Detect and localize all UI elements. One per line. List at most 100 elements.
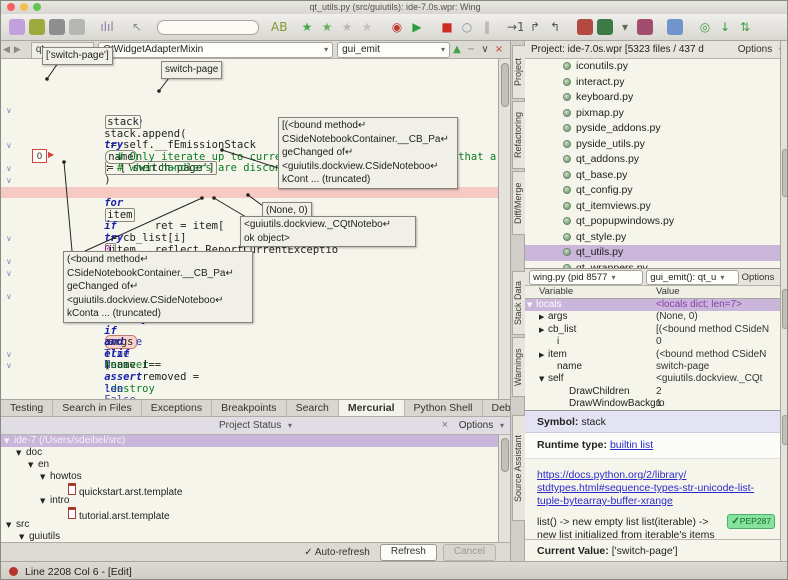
- side-tab[interactable]: Source Assistant: [512, 415, 526, 521]
- project-file[interactable]: qt_itemviews.py: [525, 199, 780, 215]
- bookmark-prev-icon[interactable]: ★: [339, 19, 355, 35]
- bookmark-add-icon[interactable]: ★: [319, 19, 335, 35]
- fold-chevron-icon[interactable]: ∨: [6, 140, 12, 152]
- project-file[interactable]: qt_popupwindows.py: [525, 214, 780, 230]
- project-file[interactable]: qt_addons.py: [525, 152, 780, 168]
- assistant-scrollbar-thumb[interactable]: [782, 415, 787, 445]
- side-tab[interactable]: Stack Data: [512, 271, 526, 335]
- variable-row[interactable]: ▼ self <guiutils.dockview._CQt: [525, 373, 787, 385]
- stack-scrollbar[interactable]: [780, 269, 787, 411]
- fold-chevron-icon[interactable]: ∨: [6, 291, 12, 303]
- split-editor-icon[interactable]: −: [465, 42, 477, 58]
- tool-tab[interactable]: Search in Files: [53, 400, 142, 416]
- expand-triangle-icon[interactable]: ▶: [539, 311, 548, 323]
- remote-display-icon[interactable]: [667, 19, 683, 35]
- bookmark-next-icon[interactable]: ★: [359, 19, 375, 35]
- project-file[interactable]: pyside_addons.py: [525, 121, 780, 137]
- tree-row[interactable]: ▼ doc: [1, 447, 498, 459]
- tree-expander-icon[interactable]: ▼: [19, 531, 29, 542]
- tree-row[interactable]: quickstart.arst.template: [1, 483, 498, 498]
- modules-icon[interactable]: [637, 19, 653, 35]
- project-file[interactable]: pixmap.py: [525, 106, 780, 122]
- project-file[interactable]: pyside_utils.py: [525, 137, 780, 153]
- variable-row[interactable]: DrawWindowBackgro 1: [525, 398, 787, 410]
- save-icon[interactable]: [49, 19, 65, 35]
- editor-menu-icon[interactable]: ∨: [479, 42, 491, 58]
- fold-chevron-icon[interactable]: ∨: [6, 163, 12, 175]
- expand-triangle-icon[interactable]: ▶: [539, 349, 548, 361]
- variable-row[interactable]: ▶ item (<bound method CSideN: [525, 349, 787, 361]
- editor-scrollbar[interactable]: [498, 59, 510, 399]
- variable-row[interactable]: ▶ cb_list [(<bound method CSideN: [525, 324, 787, 336]
- project-file[interactable]: interact.py: [525, 75, 780, 91]
- save-all-icon[interactable]: [69, 19, 85, 35]
- nav-back-icon[interactable]: ◀: [3, 45, 10, 55]
- restart-icon[interactable]: ○: [459, 19, 475, 35]
- variable-row[interactable]: ▼ locals <locals dict; len=7>: [525, 299, 787, 312]
- bookmark-icon[interactable]: ★: [299, 19, 315, 35]
- toggle-marks-icon[interactable]: AB: [271, 19, 287, 35]
- goto-pointer-icon[interactable]: ↖: [129, 19, 145, 35]
- tool-tab[interactable]: Python Shell: [404, 400, 483, 416]
- tree-row[interactable]: ▼ ide-7 (/Users/sdeibel/src): [1, 435, 498, 447]
- docs-url-line[interactable]: tuple-bytearray-buffer-xrange: [537, 495, 787, 508]
- variable-row[interactable]: ▶ args (None, 0): [525, 311, 787, 323]
- tool-tab[interactable]: Breakpoints: [212, 400, 287, 416]
- tool-tab[interactable]: Exceptions: [141, 400, 213, 416]
- tree-expander-icon[interactable]: ▼: [28, 459, 38, 471]
- step-out-icon[interactable]: ↰: [547, 19, 563, 35]
- class-selector-dropdown[interactable]: QtWidgetAdapterMixin ▾: [98, 41, 334, 58]
- tree-expander-icon[interactable]: ▼: [40, 471, 50, 483]
- tree-expander-icon[interactable]: ▼: [4, 435, 14, 447]
- fold-chevron-icon[interactable]: ∨: [6, 268, 12, 280]
- mercurial-options-dropdown[interactable]: Options ▾: [459, 420, 504, 431]
- stack-scrollbar-thumb[interactable]: [782, 289, 787, 329]
- search-files-icon[interactable]: ◎: [697, 19, 713, 35]
- tree-expander-icon[interactable]: ▼: [16, 447, 26, 459]
- breakpoint-icon[interactable]: ◉: [389, 19, 405, 35]
- project-file[interactable]: qt_config.py: [525, 183, 780, 199]
- project-options-dropdown[interactable]: Options ▾: [738, 44, 783, 55]
- fold-chevron-icon[interactable]: ∨: [6, 233, 12, 245]
- mercurial-scrollbar-thumb[interactable]: [501, 438, 509, 472]
- debug-process-dropdown[interactable]: wing.py (pid 8577 ▾: [529, 269, 644, 285]
- value-column-header[interactable]: Value: [656, 286, 680, 297]
- tool-tab[interactable]: Search: [286, 400, 339, 416]
- fold-chevron-icon[interactable]: ∨: [6, 175, 12, 187]
- function-selector-dropdown[interactable]: gui_emit ▾: [337, 41, 450, 58]
- cancel-button[interactable]: Cancel: [442, 543, 496, 561]
- side-tab[interactable]: Project: [512, 45, 526, 99]
- project-scrollbar-thumb[interactable]: [782, 149, 787, 197]
- project-status-dropdown[interactable]: Project Status ▾: [1, 420, 510, 431]
- docs-url-line[interactable]: https://docs.python.org/2/library/: [537, 469, 787, 482]
- tool-tab[interactable]: Debug: [482, 400, 510, 416]
- project-file[interactable]: qt_style.py: [525, 230, 780, 246]
- editor-scrollbar-thumb[interactable]: [501, 63, 509, 107]
- close-editor-icon[interactable]: ×: [493, 42, 505, 58]
- expand-triangle-icon[interactable]: ▶: [539, 324, 548, 336]
- open-file-icon[interactable]: [29, 19, 45, 35]
- assistant-scrollbar[interactable]: [780, 411, 787, 561]
- project-scrollbar[interactable]: [780, 41, 787, 269]
- auto-refresh-checkbox[interactable]: ✓ Auto-refresh: [304, 547, 370, 558]
- tree-row[interactable]: ▼ guiutils: [1, 531, 498, 542]
- run-icon[interactable]: ▶: [409, 19, 425, 35]
- tree-row[interactable]: ▼ intro: [1, 495, 498, 507]
- project-file[interactable]: keyboard.py: [525, 90, 780, 106]
- nav-forward-icon[interactable]: ▶: [14, 45, 21, 55]
- project-file[interactable]: qt_base.py: [525, 168, 780, 184]
- stop-icon[interactable]: ■: [439, 19, 455, 35]
- sync-icon[interactable]: ⇅: [737, 19, 753, 35]
- toolbar-search-input[interactable]: [157, 19, 259, 35]
- close-panel-icon[interactable]: ×: [442, 419, 448, 431]
- project-file[interactable]: qt_wrappers.py: [525, 261, 780, 268]
- debug-io-icon[interactable]: [577, 19, 593, 35]
- variable-row[interactable]: DrawChildren 2: [525, 386, 787, 398]
- fold-chevron-icon[interactable]: ∨: [6, 349, 12, 361]
- fold-chevron-icon[interactable]: ∨: [6, 256, 12, 268]
- tool-tab[interactable]: Testing: [1, 400, 54, 416]
- maximize-editor-icon[interactable]: ▲: [451, 42, 463, 58]
- debug-probe-icon[interactable]: [597, 19, 613, 35]
- update-icon[interactable]: ↓: [717, 19, 733, 35]
- tree-row[interactable]: ▼ en: [1, 459, 498, 471]
